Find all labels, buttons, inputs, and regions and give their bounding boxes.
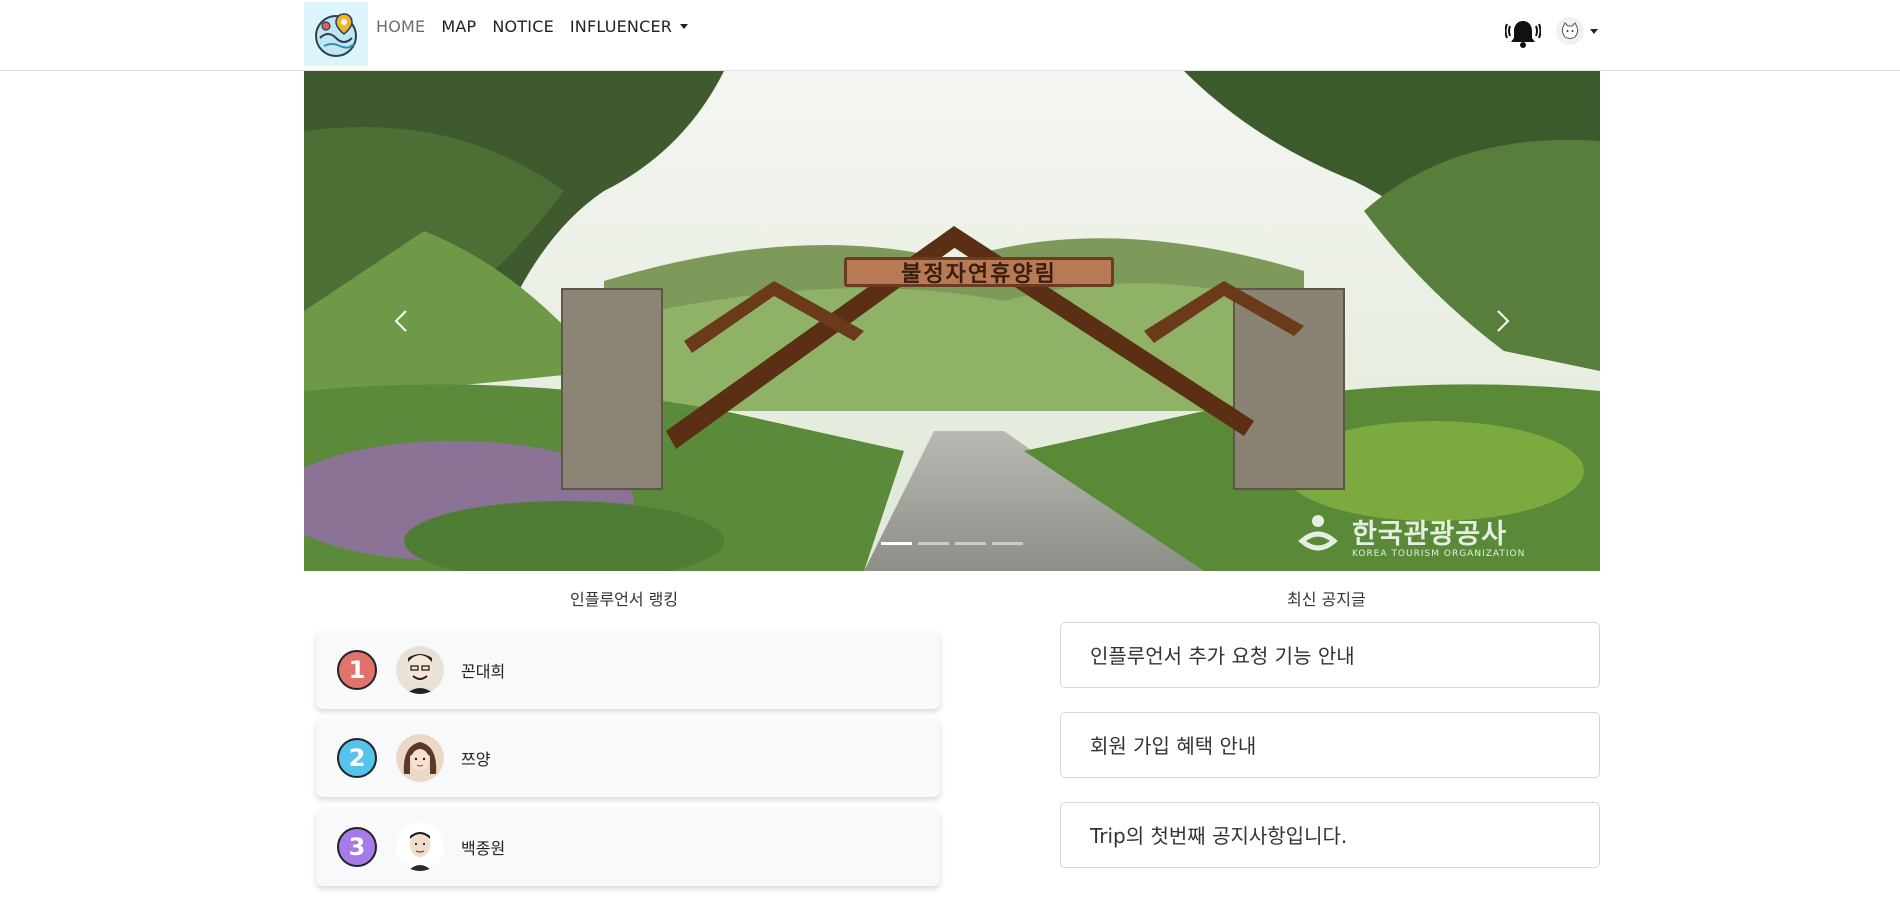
rank-number: 1 bbox=[349, 656, 366, 684]
carousel-slide-image bbox=[304, 71, 1600, 571]
notice-item[interactable]: 인플루언서 추가 요청 기능 안내 bbox=[1060, 622, 1600, 688]
avatar-icon bbox=[396, 734, 444, 782]
ranking-title: 인플루언서 랭킹 bbox=[570, 590, 679, 609]
chevron-down-icon bbox=[680, 23, 689, 29]
chevron-left-icon bbox=[394, 310, 407, 332]
navbar: HOME MAP NOTICE INFLUENCER bbox=[0, 0, 1900, 71]
ranking-item[interactable]: 3 백종원 bbox=[316, 808, 940, 886]
rank-number: 3 bbox=[349, 833, 366, 861]
carousel-next-button[interactable] bbox=[1484, 303, 1520, 339]
gate-sign-text: 불정자연휴양림 bbox=[844, 257, 1114, 287]
bell-icon[interactable] bbox=[1504, 16, 1542, 52]
user-menu[interactable] bbox=[1556, 17, 1598, 45]
watermark: 한국관광공사 KOREA TOURISM ORGANIZATION bbox=[1294, 511, 1525, 559]
rank-2-badge-icon: 2 bbox=[337, 738, 377, 778]
nav-influencer-label: INFLUENCER bbox=[569, 16, 673, 36]
carousel-indicators bbox=[881, 542, 1023, 545]
carousel-indicator-3[interactable] bbox=[955, 542, 986, 545]
avatar-icon bbox=[396, 646, 444, 694]
ranking-item[interactable]: 2 쯔양 bbox=[316, 719, 940, 797]
watermark-subtext: KOREA TOURISM ORGANIZATION bbox=[1352, 548, 1526, 559]
avatar-icon bbox=[396, 823, 444, 871]
watermark-text-group: 한국관광공사 KOREA TOURISM ORGANIZATION bbox=[1352, 512, 1525, 559]
avatar-icon bbox=[1556, 17, 1584, 45]
chevron-down-icon bbox=[1590, 28, 1598, 34]
ranking-item[interactable]: 1 꼰대희 bbox=[316, 631, 940, 709]
notice-title-text: 회원 가입 혜택 안내 bbox=[1090, 734, 1257, 758]
nav-home-link[interactable]: HOME bbox=[376, 17, 425, 36]
nav-notice-link[interactable]: NOTICE bbox=[492, 17, 554, 36]
rank-3-badge-icon: 3 bbox=[337, 827, 377, 867]
rank-number: 2 bbox=[349, 744, 366, 772]
influencer-name: 꼰대희 bbox=[461, 662, 506, 681]
watermark-text: 한국관광공사 bbox=[1352, 518, 1508, 550]
nav-map-link[interactable]: MAP bbox=[441, 17, 476, 36]
nav-influencer-dropdown[interactable]: INFLUENCER bbox=[569, 16, 689, 36]
influencer-name: 백종원 bbox=[461, 839, 506, 858]
tourism-logo-icon bbox=[1298, 515, 1338, 551]
rank-1-badge-icon: 1 bbox=[337, 650, 377, 690]
nav-links: HOME MAP NOTICE INFLUENCER bbox=[376, 0, 689, 52]
chevron-right-icon bbox=[1497, 310, 1510, 332]
hero-carousel[interactable]: 불정자연휴양림 한국관광공사 KOREA TOURISM ORGANIZATIO… bbox=[304, 71, 1600, 571]
carousel-prev-button[interactable] bbox=[384, 303, 420, 339]
notice-item[interactable]: Trip의 첫번째 공지사항입니다. bbox=[1060, 802, 1600, 868]
carousel-indicator-1[interactable] bbox=[881, 542, 912, 545]
notice-title: 최신 공지글 bbox=[1287, 590, 1366, 609]
carousel-indicator-2[interactable] bbox=[918, 542, 949, 545]
influencer-name: 쯔양 bbox=[461, 750, 491, 769]
notice-item[interactable]: 회원 가입 혜택 안내 bbox=[1060, 712, 1600, 778]
logo-icon[interactable] bbox=[304, 2, 368, 66]
notice-title-text: Trip의 첫번째 공지사항입니다. bbox=[1090, 824, 1348, 848]
carousel-indicator-4[interactable] bbox=[992, 542, 1023, 545]
notice-title-text: 인플루언서 추가 요청 기능 안내 bbox=[1090, 644, 1355, 668]
